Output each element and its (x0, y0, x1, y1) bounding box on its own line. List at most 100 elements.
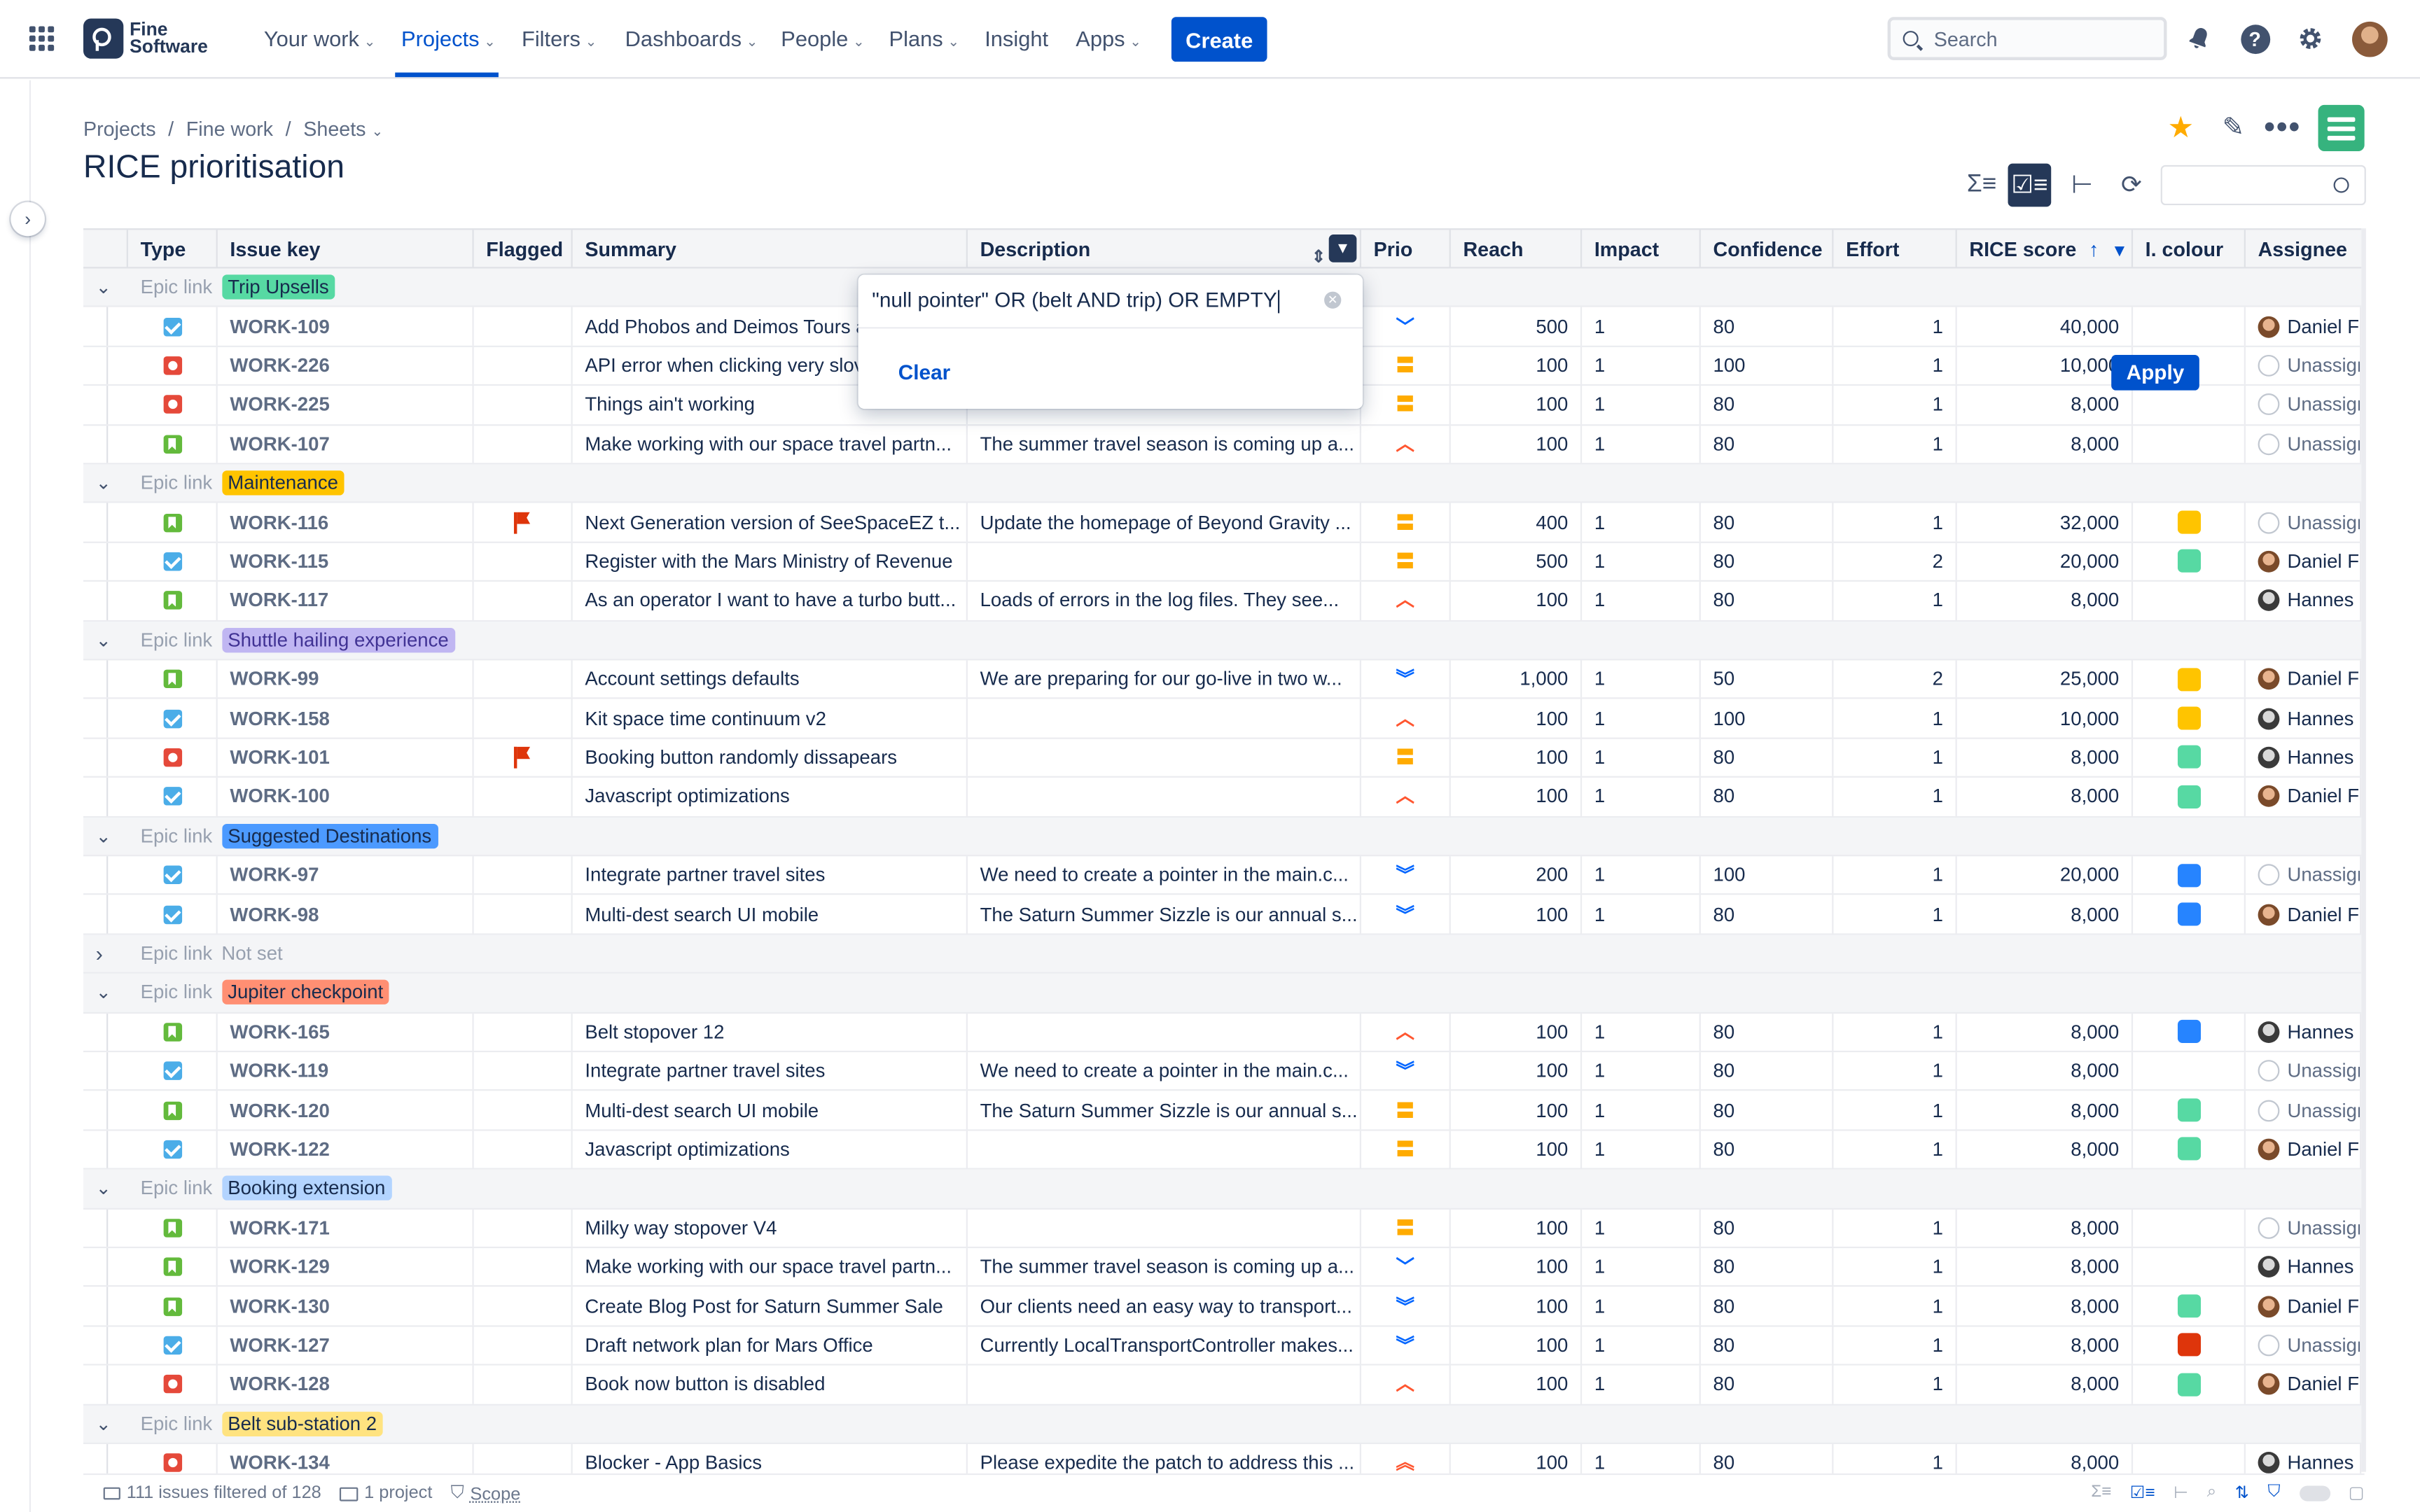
cell-type[interactable] (128, 542, 218, 581)
cell-prio[interactable]: ︾ (1361, 856, 1451, 895)
cell-i-colour[interactable] (2133, 386, 2246, 424)
assignee[interactable]: Daniel Fr (2258, 903, 2360, 925)
issue-key[interactable]: WORK-130 (230, 1295, 329, 1317)
cell-type[interactable] (128, 1130, 218, 1168)
table-row[interactable]: WORK-99 Account settings defaults We are p… (83, 660, 2362, 700)
create-button[interactable]: Create (1171, 17, 1267, 62)
cell-type[interactable] (128, 856, 218, 895)
cell-summary[interactable]: Javascript optimizations (573, 1130, 968, 1168)
sum-columns-icon[interactable]: Σ≡ (1960, 164, 2003, 207)
cell-effort[interactable]: 1 (1833, 1366, 1957, 1404)
cell-effort[interactable]: 1 (1833, 1209, 1957, 1247)
cell-type[interactable] (128, 699, 218, 738)
hierarchy-tree-icon[interactable]: ⊢ (2060, 164, 2103, 207)
cell-reach[interactable]: 200 (1451, 856, 1583, 895)
cell-rice-score[interactable]: 8,000 (1957, 1130, 2134, 1168)
cell-prio[interactable]: ︿ (1361, 1366, 1451, 1404)
assignee[interactable]: Hannes G (2258, 1256, 2360, 1278)
cell-description[interactable]: We need to create a pointer in the main.… (968, 856, 1361, 895)
cell-confidence[interactable]: 80 (1701, 307, 1834, 346)
cell-impact[interactable]: 1 (1582, 1091, 1701, 1129)
cell-prio[interactable]: ﹀ (1361, 307, 1451, 346)
cell-assignee[interactable]: Unassign (2246, 1052, 2362, 1090)
cell-issue-key[interactable]: WORK-171 (218, 1209, 474, 1247)
breadcrumb-projects[interactable]: Projects (83, 118, 156, 141)
cell-i-colour[interactable] (2133, 1248, 2246, 1286)
cell-rice-score[interactable]: 8,000 (1957, 1366, 2134, 1404)
cell-issue-key[interactable]: WORK-225 (218, 386, 474, 424)
cell-type[interactable] (128, 1013, 218, 1051)
checklist-view-icon[interactable]: ☑≡ (2008, 163, 2052, 207)
nav-your-work[interactable]: Your work ⌄ (264, 26, 375, 50)
cell-assignee[interactable]: Daniel Fr (2246, 542, 2362, 581)
issue-key[interactable]: WORK-226 (230, 355, 329, 377)
cell-confidence[interactable]: 80 (1701, 1366, 1834, 1404)
cell-rice-score[interactable]: 8,000 (1957, 1287, 2134, 1325)
assignee[interactable]: Unassign (2258, 354, 2360, 377)
cell-description[interactable]: We need to create a pointer in the main.… (968, 1052, 1361, 1090)
cell-rice-score[interactable]: 8,000 (1957, 582, 2134, 620)
assignee[interactable]: Unassign (2258, 1334, 2360, 1357)
chevron-down-icon[interactable]: ⌄ (96, 1170, 111, 1208)
cell-rice-score[interactable]: 8,000 (1957, 1091, 2134, 1129)
cell-impact[interactable]: 1 (1582, 1326, 1701, 1364)
cell-impact[interactable]: 1 (1582, 1209, 1701, 1247)
cell-issue-key[interactable]: WORK-117 (218, 582, 474, 620)
cell-assignee[interactable]: Hannes G (2246, 582, 2362, 620)
cell-effort[interactable]: 2 (1833, 542, 1957, 581)
issue-key[interactable]: WORK-171 (230, 1217, 329, 1239)
cell-impact[interactable]: 1 (1582, 425, 1701, 463)
cell-issue-key[interactable]: WORK-99 (218, 660, 474, 699)
cell-reach[interactable]: 100 (1451, 1248, 1583, 1286)
cell-impact[interactable]: 1 (1582, 346, 1701, 385)
issue-key[interactable]: WORK-98 (230, 904, 319, 925)
cell-confidence[interactable]: 80 (1701, 778, 1834, 816)
cell-summary[interactable]: Integrate partner travel sites (573, 856, 968, 895)
chevron-down-icon[interactable]: ⌄ (96, 817, 111, 855)
issue-key[interactable]: WORK-101 (230, 747, 329, 769)
issue-key[interactable]: WORK-129 (230, 1256, 329, 1278)
cell-type[interactable] (128, 1366, 218, 1404)
cell-impact[interactable]: 1 (1582, 1130, 1701, 1168)
cell-summary[interactable]: Book now button is disabled (573, 1366, 968, 1404)
nav-dashboards[interactable]: Dashboards ⌄ (625, 26, 758, 50)
cell-prio[interactable]: 〓 (1361, 1209, 1451, 1247)
cell-description[interactable]: The Saturn Summer Sizzle is our annual s… (968, 1091, 1361, 1129)
group-row[interactable]: ⌄ Epic link Shuttle hailing experience (83, 621, 2362, 661)
cell-effort[interactable]: 2 (1833, 660, 1957, 699)
vertical-scrollbar[interactable] (2361, 228, 2366, 1472)
chevron-down-icon[interactable]: ⌄ (96, 974, 111, 1011)
cell-prio[interactable]: ︿ (1361, 425, 1451, 463)
cell-reach[interactable]: 100 (1451, 1326, 1583, 1364)
cell-impact[interactable]: 1 (1582, 738, 1701, 777)
cell-prio[interactable]: 〓 (1361, 542, 1451, 581)
table-row[interactable]: WORK-127 Draft network plan for Mars Offi… (83, 1326, 2362, 1366)
cell-description[interactable]: Loads of errors in the log files. They s… (968, 582, 1361, 620)
cell-rice-score[interactable]: 8,000 (1957, 738, 2134, 777)
issue-key[interactable]: WORK-100 (230, 786, 329, 808)
cell-summary[interactable]: Multi-dest search UI mobile (573, 1091, 968, 1129)
cell-prio[interactable]: ︾ (1361, 895, 1451, 933)
cell-effort[interactable]: 1 (1833, 1013, 1957, 1051)
cell-reach[interactable]: 100 (1451, 1366, 1583, 1404)
cell-impact[interactable]: 1 (1582, 660, 1701, 699)
help-icon[interactable]: ? (2239, 23, 2270, 54)
nav-people[interactable]: People ⌄ (781, 26, 864, 50)
cell-assignee[interactable]: Daniel Fr (2246, 660, 2362, 699)
cell-effort[interactable]: 1 (1833, 503, 1957, 542)
cell-confidence[interactable]: 80 (1701, 386, 1834, 424)
issue-key[interactable]: WORK-122 (230, 1139, 329, 1161)
cell-flagged[interactable] (474, 582, 573, 620)
cell-rice-score[interactable]: 8,000 (1957, 1013, 2134, 1051)
nav-insight[interactable]: Insight (985, 26, 1048, 50)
cell-i-colour[interactable] (2133, 738, 2246, 777)
cell-effort[interactable]: 1 (1833, 738, 1957, 777)
apply-filter-button[interactable]: Apply (2111, 354, 2199, 391)
issue-key[interactable]: WORK-134 (230, 1452, 329, 1474)
cell-effort[interactable]: 1 (1833, 307, 1957, 346)
cell-prio[interactable]: ︿ (1361, 1013, 1451, 1051)
assignee[interactable]: Daniel Fr (2258, 1295, 2360, 1317)
table-row[interactable]: WORK-117 As an operator I want to have a … (83, 582, 2362, 622)
issue-key[interactable]: WORK-117 (230, 590, 328, 612)
cell-rice-score[interactable]: 8,000 (1957, 1209, 2134, 1247)
